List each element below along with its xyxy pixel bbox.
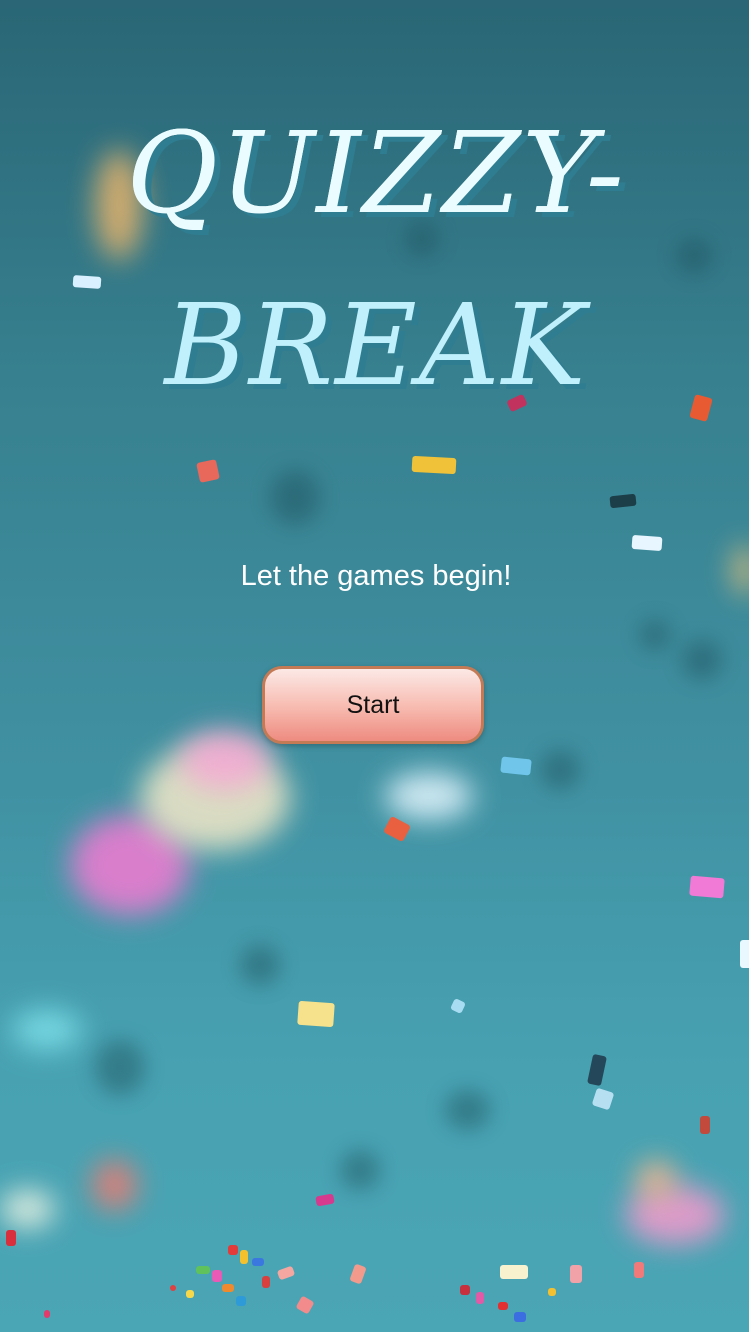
bokeh-blob bbox=[625, 1185, 725, 1245]
confetti-piece bbox=[609, 493, 637, 509]
confetti-piece bbox=[349, 1263, 367, 1285]
confetti-piece bbox=[587, 1053, 607, 1087]
bokeh-shadow bbox=[95, 1040, 145, 1095]
start-button[interactable]: Start bbox=[262, 666, 484, 744]
confetti-piece bbox=[228, 1245, 238, 1255]
confetti-piece bbox=[44, 1310, 50, 1318]
bokeh-shadow bbox=[340, 1150, 380, 1190]
confetti-piece bbox=[240, 1250, 248, 1264]
confetti-piece bbox=[460, 1285, 470, 1295]
confetti-piece bbox=[236, 1296, 246, 1306]
confetti-piece bbox=[6, 1230, 16, 1246]
confetti-piece bbox=[689, 875, 725, 899]
confetti-piece bbox=[411, 455, 457, 475]
bokeh-shadow bbox=[540, 750, 580, 790]
confetti-piece bbox=[498, 1302, 508, 1310]
confetti-piece bbox=[631, 534, 663, 552]
confetti-piece bbox=[383, 815, 411, 843]
bokeh-shadow bbox=[676, 238, 712, 274]
bokeh-shadow bbox=[640, 620, 670, 650]
bokeh-shadow bbox=[240, 945, 280, 985]
app-screen: QUIZZY- BREAK Let the games begin! Start bbox=[0, 0, 752, 1332]
bokeh-blob bbox=[92, 1160, 137, 1210]
confetti-piece bbox=[476, 1292, 484, 1304]
bokeh-shadow bbox=[445, 1090, 490, 1130]
confetti-piece bbox=[570, 1265, 582, 1283]
confetti-piece bbox=[591, 1087, 615, 1111]
confetti-piece bbox=[500, 756, 532, 776]
confetti-piece bbox=[262, 1276, 270, 1288]
confetti-piece bbox=[222, 1284, 234, 1292]
confetti-piece bbox=[500, 1265, 528, 1279]
bokeh-blob bbox=[0, 1190, 55, 1228]
confetti-piece bbox=[252, 1258, 264, 1266]
confetti-piece bbox=[295, 1295, 315, 1315]
confetti-piece bbox=[212, 1270, 222, 1282]
confetti-piece bbox=[514, 1312, 526, 1322]
bokeh-blob bbox=[636, 1160, 676, 1200]
confetti-piece bbox=[196, 459, 220, 483]
confetti-piece bbox=[196, 1266, 210, 1274]
confetti-piece bbox=[700, 1116, 710, 1134]
confetti-piece bbox=[186, 1290, 194, 1298]
bokeh-blob bbox=[385, 772, 473, 820]
confetti-piece bbox=[548, 1288, 556, 1296]
app-title-line-2: BREAK bbox=[164, 281, 588, 411]
app-title-line-1: QUIZZY- bbox=[0, 108, 752, 240]
tagline: Let the games begin! bbox=[240, 560, 512, 592]
bokeh-blob bbox=[12, 1010, 82, 1050]
bokeh-shadow bbox=[270, 470, 320, 525]
confetti-piece bbox=[450, 998, 466, 1014]
confetti-piece bbox=[315, 1193, 335, 1207]
confetti-piece bbox=[170, 1285, 176, 1291]
confetti-piece bbox=[634, 1262, 644, 1278]
confetti-piece bbox=[297, 1000, 335, 1028]
bokeh-shadow bbox=[682, 640, 722, 680]
confetti-piece bbox=[276, 1265, 296, 1281]
bokeh-blob bbox=[180, 730, 270, 790]
